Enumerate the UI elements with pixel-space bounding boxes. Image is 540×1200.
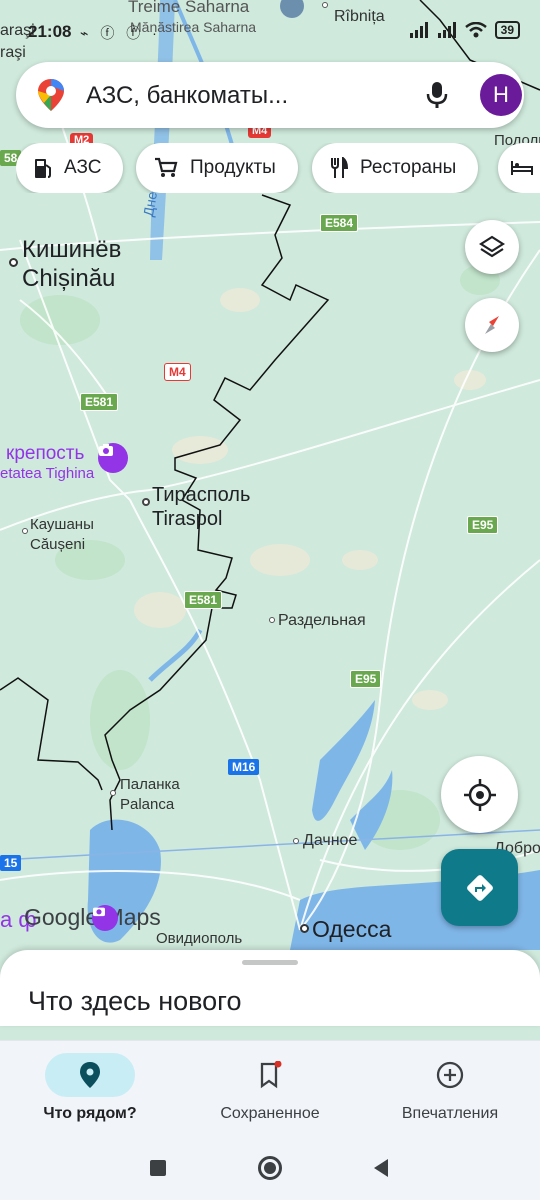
microphone-icon[interactable]: [422, 80, 452, 110]
directions-icon: [466, 874, 493, 901]
map-label-ovidiopol[interactable]: Овидиополь: [156, 930, 242, 947]
status-bar: 21:08 ⌁ ⓕ ⓕ · 39: [0, 18, 540, 48]
city-dot-kaushany[interactable]: [22, 528, 28, 534]
wifi-icon: [464, 22, 487, 38]
category-chips: АЗС Продукты Рестораны: [16, 143, 540, 193]
chip-label: АЗС: [64, 157, 102, 178]
road-shield-e584: E584: [320, 214, 359, 232]
road-shield-e581: E581: [184, 591, 223, 609]
city-dot-tiraspol[interactable]: [142, 498, 150, 506]
nav-label: Что рядом?: [43, 1105, 137, 1122]
map-label-palanka[interactable]: Паланка: [120, 776, 180, 793]
chip-restaurants[interactable]: Рестораны: [312, 143, 479, 193]
sheet-title: Что здесь нового: [28, 986, 242, 1016]
crosshair-icon: [463, 778, 496, 811]
map-label-kaushany[interactable]: Каушаны: [30, 516, 94, 533]
restaurant-icon: [331, 157, 348, 178]
avatar[interactable]: Н: [480, 74, 522, 116]
map-label-tiraspol-ro[interactable]: Tiraspol: [152, 508, 222, 531]
road-shield-e95: E95: [467, 516, 499, 534]
gas-station-icon: [35, 159, 51, 178]
map-label-razdelnaya[interactable]: Раздельная: [278, 612, 366, 630]
city-dot-ribnita[interactable]: [322, 2, 328, 8]
road-shield-m16: M16: [228, 759, 260, 775]
chip-groceries[interactable]: Продукты: [136, 143, 298, 193]
home-icon[interactable]: [258, 1156, 282, 1180]
map-label-odessa[interactable]: Одесса: [312, 916, 391, 943]
chip-label: Продукты: [190, 157, 276, 178]
search-bar[interactable]: АЗС, банкоматы... Н: [16, 62, 524, 128]
road-shield-e95: E95: [350, 670, 382, 688]
city-dot-palanka[interactable]: [110, 790, 116, 796]
nav-active-indicator: [45, 1053, 135, 1097]
map-label-palanca[interactable]: Palanca: [120, 796, 174, 813]
map-label-dachnoe[interactable]: Дачное: [303, 832, 357, 850]
signal-icon: [409, 22, 428, 38]
battery-indicator: 39: [494, 21, 520, 39]
google-maps-logo-icon: [38, 79, 64, 111]
chip-gas-stations[interactable]: АЗС: [16, 143, 124, 193]
hotel-bed-icon: [511, 161, 533, 175]
map-label-chisinau[interactable]: Chișinău: [22, 265, 115, 293]
status-right: 39: [409, 21, 520, 39]
back-icon[interactable]: [372, 1158, 390, 1178]
compass-button[interactable]: [465, 298, 519, 352]
camera-icon[interactable]: [92, 905, 118, 931]
nav-explore[interactable]: Что рядом?: [0, 1041, 180, 1137]
my-location-button[interactable]: [441, 756, 518, 833]
city-dot-dachnoe[interactable]: [293, 838, 299, 844]
nav-saved[interactable]: Сохраненное: [180, 1041, 360, 1137]
nav-contribute[interactable]: Впечатления: [360, 1041, 540, 1137]
location-pin-icon: [80, 1062, 100, 1088]
map-label-krepost[interactable]: крепость: [6, 443, 84, 465]
recent-apps-icon[interactable]: [150, 1160, 166, 1176]
chip-hotels[interactable]: [498, 143, 540, 193]
system-navigation-bar: [0, 1136, 540, 1200]
notification-icons: ⌁ ⓕ ⓕ ·: [80, 25, 161, 41]
search-input[interactable]: АЗС, банкоматы...: [86, 82, 288, 110]
layers-icon: [479, 235, 505, 258]
directions-button[interactable]: [441, 849, 518, 926]
status-time: 21:08: [28, 22, 72, 41]
city-dot-odessa[interactable]: [300, 924, 309, 933]
bottom-navigation: Что рядом? Сохраненное Впечатления: [0, 1040, 540, 1136]
map-label-treime[interactable]: Treime Saharna: [128, 0, 249, 17]
camera-icon[interactable]: [98, 443, 128, 473]
map-label-cetatea[interactable]: etatea Tighina: [0, 465, 94, 482]
chip-label: Рестораны: [360, 157, 457, 178]
bookmark-icon: [260, 1061, 282, 1089]
layers-button[interactable]: [465, 220, 519, 274]
road-shield-15: 15: [0, 855, 22, 871]
map-label-kishinev[interactable]: Кишинёв: [22, 236, 121, 264]
road-shield-m4: M4: [164, 363, 191, 381]
road-shield-e581: E581: [80, 393, 119, 411]
city-dot-razdelnaya[interactable]: [269, 617, 275, 623]
bottom-sheet[interactable]: Что здесь нового: [0, 950, 540, 1026]
map-label-tiraspol-ru[interactable]: Тирасполь: [152, 484, 250, 507]
drag-handle[interactable]: [242, 960, 298, 965]
nav-label: Сохраненное: [220, 1105, 320, 1122]
nav-label: Впечатления: [401, 1105, 499, 1122]
signal-icon: [437, 22, 456, 38]
city-dot-chisinau[interactable]: [9, 258, 18, 267]
map-label-causeni[interactable]: Căușeni: [30, 536, 85, 553]
compass-icon: [485, 316, 499, 334]
shopping-cart-icon: [155, 157, 178, 177]
add-circle-icon: [436, 1061, 464, 1089]
